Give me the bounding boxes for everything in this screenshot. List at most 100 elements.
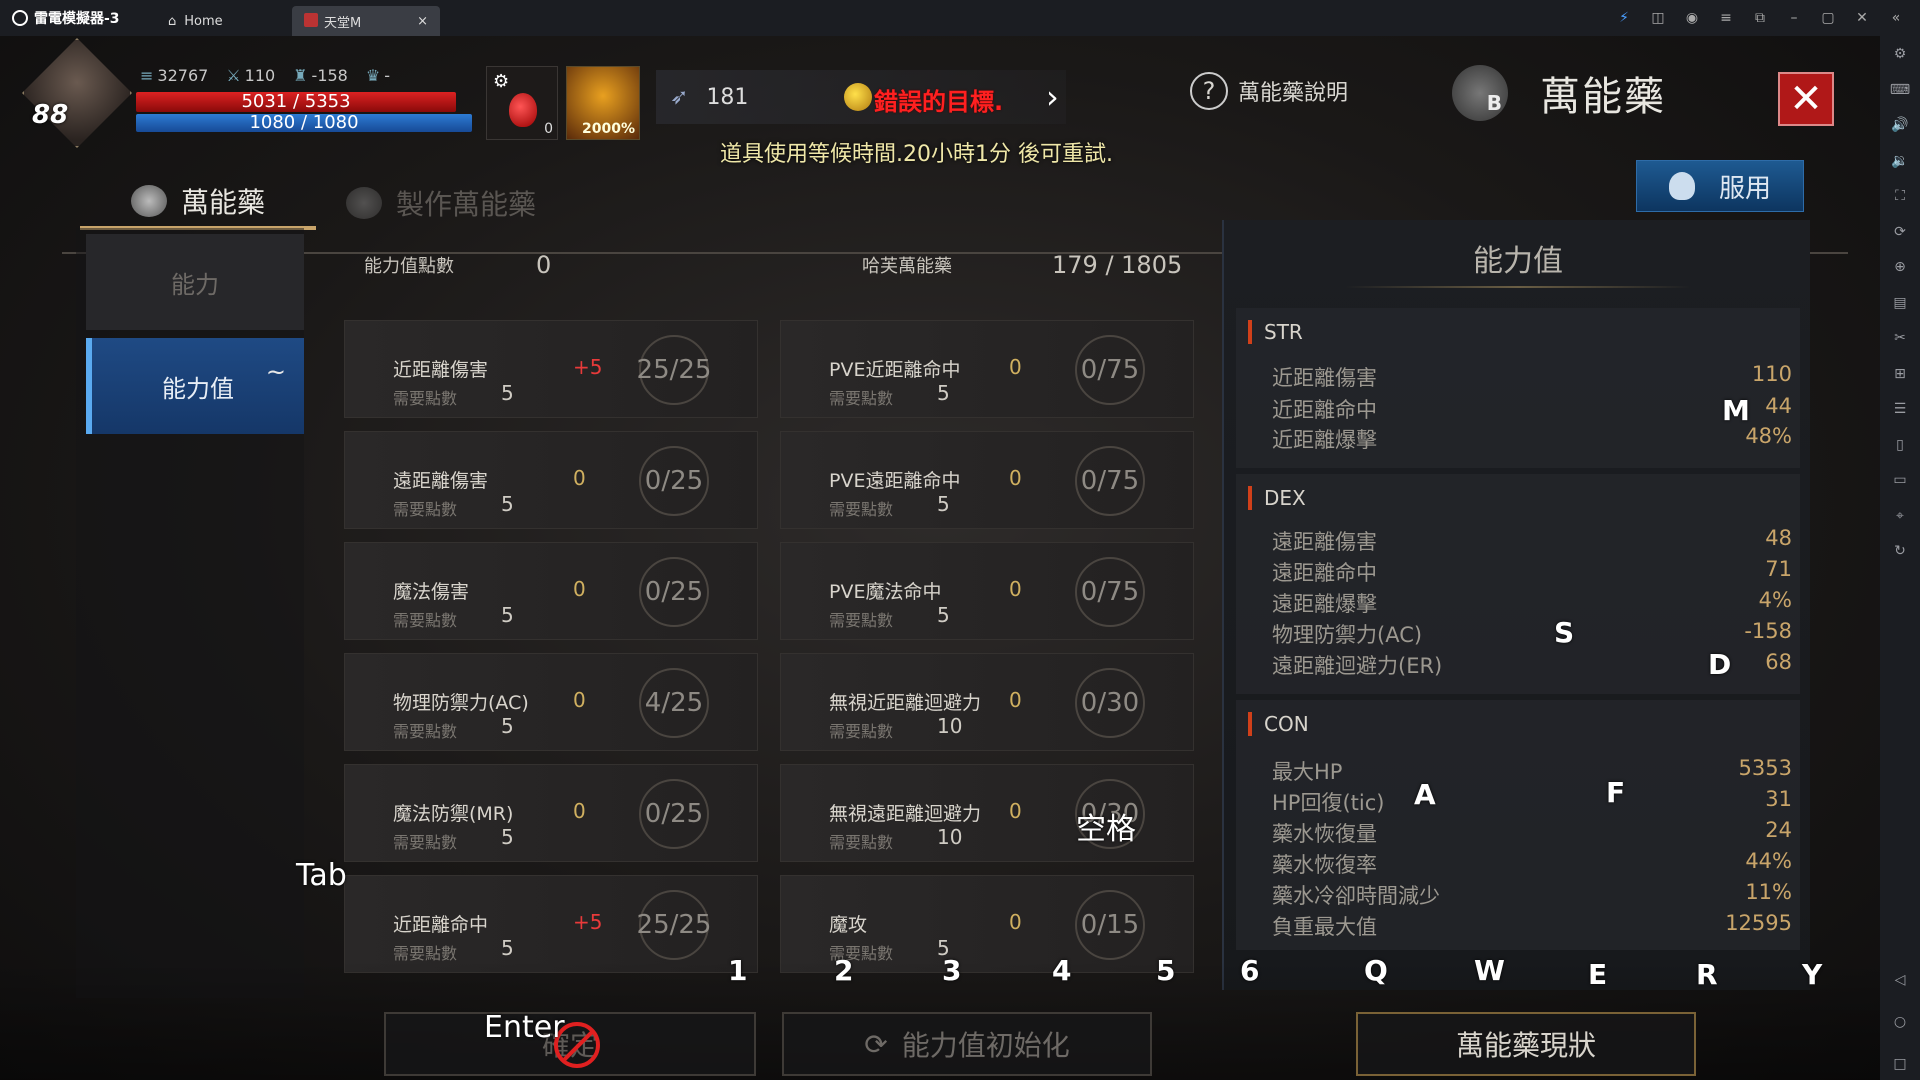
- tab-elixir[interactable]: 萬能藥: [80, 176, 316, 230]
- stat-label: 遠距離命中: [1272, 561, 1377, 585]
- attack-value: 110: [244, 66, 276, 85]
- stat-label: 藥水冷卻時間減少: [1272, 884, 1440, 908]
- dex-row: 遠距離傷害 48: [1272, 526, 1792, 556]
- card-req-value: 10: [937, 825, 963, 849]
- close-button[interactable]: ✕: [1778, 72, 1834, 126]
- sync-icon[interactable]: ⟳: [1889, 222, 1911, 242]
- hp-bar: 5031 / 5353: [136, 92, 456, 112]
- buff-slot[interactable]: 2000%: [566, 66, 640, 140]
- nav-ability[interactable]: 能力: [86, 234, 304, 330]
- card-req-value: 5: [937, 603, 950, 627]
- refresh-icon: ⟳: [864, 1027, 888, 1061]
- card-req-value: 10: [937, 714, 963, 738]
- card-bonus: 0: [573, 577, 586, 601]
- stat-card[interactable]: 近距離傷害 需要點數 5 +5 25/25: [344, 320, 758, 418]
- stat-label: HP回復(tic): [1272, 791, 1385, 815]
- stat-card[interactable]: 無視近距離迴避力 需要點數 10 0 0/30: [780, 653, 1194, 751]
- add-app-icon[interactable]: ⊕: [1889, 257, 1911, 277]
- help-label: 萬能藥說明: [1238, 81, 1349, 106]
- help-button[interactable]: ? 萬能藥說明: [1190, 72, 1348, 110]
- coin-icon: [844, 83, 872, 111]
- card-bonus: 0: [1009, 910, 1022, 934]
- card-req-label: 需要點數: [829, 722, 894, 741]
- apk-icon[interactable]: ▤: [1889, 293, 1911, 313]
- key-6: 6: [1240, 954, 1260, 987]
- con-header: CON: [1248, 712, 1309, 736]
- minimize-icon[interactable]: –: [1784, 8, 1804, 28]
- elixir-label: 哈芙萬能藥: [862, 256, 952, 277]
- stat-card[interactable]: 魔法防禦(MR) 需要點數 5 0 0/25: [344, 764, 758, 862]
- logo-icon: [12, 10, 28, 26]
- multi-window-icon[interactable]: ⊞: [1889, 364, 1911, 384]
- maximize-icon[interactable]: ▢: [1818, 8, 1838, 28]
- stat-value: 48%: [1745, 424, 1792, 448]
- take-elixir-button[interactable]: 服用: [1636, 160, 1804, 212]
- scissors-icon[interactable]: ✂: [1889, 328, 1911, 348]
- stat-card[interactable]: 物理防禦力(AC) 需要點數 5 0 4/25: [344, 653, 758, 751]
- menu-icon[interactable]: ≡: [1716, 8, 1736, 28]
- folder-icon[interactable]: ▭: [1889, 470, 1911, 490]
- restore-icon[interactable]: ⧉: [1750, 8, 1770, 28]
- stat-card[interactable]: 近距離命中 需要點數 5 +5 25/25: [344, 875, 758, 973]
- user-icon[interactable]: ◉: [1682, 8, 1702, 28]
- rotate-icon[interactable]: ↻: [1889, 541, 1911, 561]
- tab-craft-elixir[interactable]: 製作萬能藥: [346, 176, 536, 230]
- bolt-icon[interactable]: ⚡: [1614, 8, 1634, 28]
- stat-card[interactable]: 遠距離傷害 需要點數 5 0 0/25: [344, 431, 758, 529]
- left-nav: 能力 能力值 ~: [76, 228, 304, 998]
- str-row: 近距離命中 44: [1272, 394, 1792, 424]
- card-bonus: 0: [573, 799, 586, 823]
- recent-square-icon[interactable]: □: [1889, 1054, 1911, 1074]
- notes-icon[interactable]: ☰: [1889, 399, 1911, 419]
- gamepad-icon[interactable]: ◫: [1648, 8, 1668, 28]
- stat-card[interactable]: 魔法傷害 需要點數 5 0 0/25: [344, 542, 758, 640]
- home-circle-icon[interactable]: ○: [1889, 1012, 1911, 1032]
- keyboard-icon[interactable]: ⌨: [1889, 80, 1911, 100]
- card-req-label: 需要點數: [829, 611, 894, 630]
- volume-down-icon[interactable]: 🔉: [1889, 151, 1911, 171]
- emulator-titlebar: 雷電模擬器-3 ⌂ Home 天堂M × ⚡ ◫ ◉ ≡ ⧉ – ▢ ✕ «: [0, 0, 1920, 36]
- stat-label: 最大HP: [1272, 760, 1343, 784]
- confirm-button-disabled[interactable]: 確定: [384, 1012, 756, 1076]
- str-row: 近距離爆擊 48%: [1272, 424, 1792, 454]
- stat-card[interactable]: PVE遠距離命中 需要點數 5 0 0/75: [780, 431, 1194, 529]
- card-name: 魔法傷害: [393, 581, 470, 603]
- key-5: 5: [1156, 954, 1176, 987]
- nav-ability-label: 能力: [171, 270, 219, 299]
- key-2: 2: [834, 954, 854, 987]
- card-bonus: 0: [573, 688, 586, 712]
- tab-game[interactable]: 天堂M ×: [292, 6, 440, 36]
- stat-label: 物理防禦力(AC): [1272, 623, 1423, 647]
- chevron-right-icon[interactable]: ›: [1046, 78, 1059, 116]
- elixir-status-button[interactable]: 萬能藥現狀: [1356, 1012, 1696, 1076]
- potion-icon: [509, 93, 537, 127]
- screenshot-icon[interactable]: ⛶: [1889, 186, 1911, 206]
- stat-card[interactable]: PVE近距離命中 需要點數 5 0 0/75: [780, 320, 1194, 418]
- tab-home[interactable]: ⌂ Home: [156, 6, 292, 36]
- tab-close-icon[interactable]: ×: [417, 14, 428, 29]
- volume-up-icon[interactable]: 🔊: [1889, 115, 1911, 135]
- key-d: D: [1708, 648, 1732, 681]
- close-icon[interactable]: ✕: [1852, 8, 1872, 28]
- player-portrait[interactable]: [22, 38, 132, 148]
- card-bonus: 0: [573, 466, 586, 490]
- card-progress: 0/75: [1075, 335, 1145, 405]
- stat-card[interactable]: PVE魔法命中 需要點數 5 0 0/75: [780, 542, 1194, 640]
- collapse-icon[interactable]: «: [1886, 8, 1906, 28]
- card-name: 近距離命中: [393, 914, 489, 936]
- str-header: STR: [1248, 320, 1303, 344]
- stat-row: ≡ 32767 ⚔ 110 ♜ -158 ♛ -: [140, 66, 390, 85]
- key-s: S: [1554, 616, 1575, 649]
- nav-stats[interactable]: 能力值 ~: [86, 338, 304, 434]
- settings-icon[interactable]: ⚙: [1889, 44, 1911, 64]
- crest-letter: B: [1486, 91, 1502, 115]
- shake-icon[interactable]: ▯: [1889, 435, 1911, 455]
- attack-stat: ⚔ 110: [226, 66, 275, 85]
- potion-slot[interactable]: ⚙ 0: [486, 66, 558, 140]
- location-icon[interactable]: ⌖: [1889, 506, 1911, 526]
- reset-stats-button[interactable]: ⟳ 能力值初始化: [782, 1012, 1152, 1076]
- stat-value: 5353: [1738, 756, 1792, 780]
- crest-icon: B: [1452, 65, 1508, 121]
- back-icon[interactable]: ◁: [1889, 970, 1911, 990]
- title-divider: [1344, 286, 1692, 288]
